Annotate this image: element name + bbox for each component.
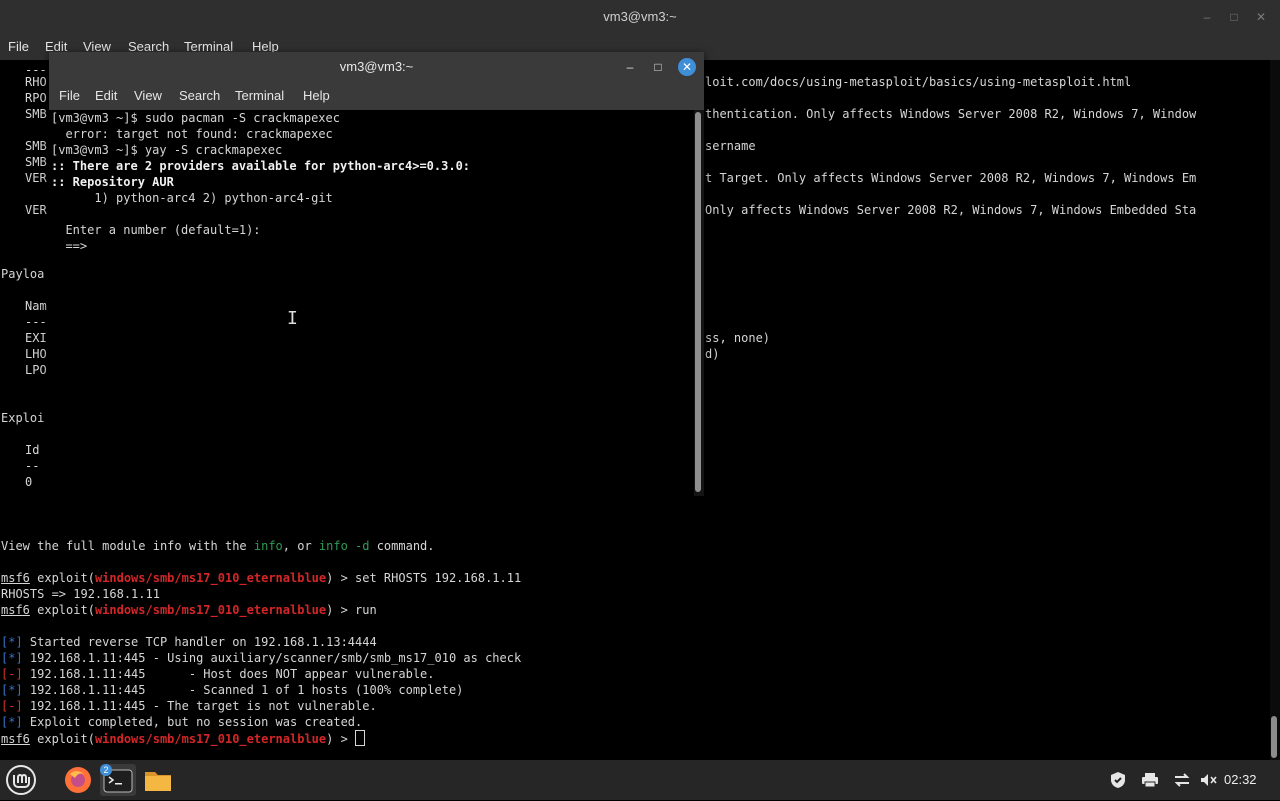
front-line: 1) python-arc4 2) python-arc4-git xyxy=(65,191,333,205)
frag: Payloa xyxy=(1,267,45,281)
shield-icon[interactable] xyxy=(1108,770,1128,790)
front-window-titlebar[interactable]: vm3@vm3:~ – □ ✕ xyxy=(49,52,704,82)
files-folder-icon[interactable] xyxy=(142,764,174,796)
front-minimize-button[interactable]: – xyxy=(621,58,639,76)
front-close-button[interactable]: ✕ xyxy=(678,58,696,76)
frag: Nam xyxy=(25,299,47,313)
frag: SMB xyxy=(25,155,47,169)
frag: 0 xyxy=(25,475,33,489)
frag: -- xyxy=(25,459,40,473)
frag: RHO xyxy=(25,75,47,89)
text-cursor xyxy=(355,730,366,746)
clock[interactable]: 02:32 xyxy=(1224,772,1257,787)
frag: sername xyxy=(705,139,756,153)
frag: loit.com/docs/using-metasploit/basics/us… xyxy=(705,75,1132,89)
frag: LPO xyxy=(25,363,47,377)
frag: SMB xyxy=(25,107,47,121)
output-line: [*] Exploit completed, but no session wa… xyxy=(1,715,363,729)
back-window-titlebar[interactable]: vm3@vm3:~ – □ ✕ xyxy=(0,0,1280,34)
frag: Only affects Windows Server 2008 R2, Win… xyxy=(705,203,1197,217)
back-maximize-button[interactable]: □ xyxy=(1225,8,1243,26)
current-prompt[interactable]: msf6 exploit(windows/smb/ms17_010_eterna… xyxy=(1,730,366,747)
back-minimize-button[interactable]: – xyxy=(1198,8,1216,26)
frag: --- xyxy=(25,315,47,329)
frag: Id xyxy=(25,443,40,457)
menu-mint-icon[interactable] xyxy=(5,764,37,796)
front-menu-help[interactable]: Help xyxy=(303,88,330,103)
front-line: ==> xyxy=(65,239,88,253)
taskbar: 2 02:32 xyxy=(0,760,1280,800)
front-terminal-area[interactable]: [vm3@vm3 ~]$ sudo pacman -S crackmapexec… xyxy=(49,110,694,496)
front-menu-search[interactable]: Search xyxy=(179,88,220,103)
module-info-line: View the full module info with the info,… xyxy=(1,539,435,553)
output-line: [-] 192.168.1.11:445 - Host does NOT app… xyxy=(1,667,435,681)
back-close-button[interactable]: ✕ xyxy=(1252,8,1270,26)
frag: VER xyxy=(25,171,47,185)
front-line: error: target not found: crackmapexec xyxy=(65,127,333,141)
front-line: [vm3@vm3 ~]$ sudo pacman -S crackmapexec xyxy=(51,111,340,125)
network-icon[interactable] xyxy=(1172,770,1192,790)
terminal-window-count-badge: 2 xyxy=(100,764,112,776)
front-menu-file[interactable]: File xyxy=(59,88,80,103)
prompt-line: msf6 exploit(windows/smb/ms17_010_eterna… xyxy=(1,603,377,617)
frag: ss, none) xyxy=(705,331,771,345)
rhosts-echo: RHOSTS => 192.168.1.11 xyxy=(1,587,160,601)
front-line: [vm3@vm3 ~]$ yay -S crackmapexec xyxy=(51,143,283,157)
front-menu-edit[interactable]: Edit xyxy=(95,88,117,103)
front-menu-terminal[interactable]: Terminal xyxy=(235,88,284,103)
frag: thentication. Only affects Windows Serve… xyxy=(705,107,1197,121)
text-cursor-ibeam-icon: 𝙸 xyxy=(287,308,298,329)
front-menu-view[interactable]: View xyxy=(134,88,162,103)
front-line: :: There are 2 providers available for p… xyxy=(51,159,471,173)
frag: EXI xyxy=(25,331,47,345)
front-window-menubar: File Edit View Search Terminal Help xyxy=(49,82,704,110)
output-line: [*] 192.168.1.11:445 - Scanned 1 of 1 ho… xyxy=(1,683,464,697)
front-terminal-window: vm3@vm3:~ – □ ✕ File Edit View Search Te… xyxy=(49,52,704,496)
front-line: Enter a number (default=1): xyxy=(65,223,261,237)
front-scrollbar-thumb[interactable] xyxy=(695,112,701,492)
output-line: [-] 192.168.1.11:445 - The target is not… xyxy=(1,699,377,713)
volume-muted-icon[interactable] xyxy=(1198,770,1218,790)
frag: t Target. Only affects Windows Server 20… xyxy=(705,171,1197,185)
output-line: [*] 192.168.1.11:445 - Using auxiliary/s… xyxy=(1,651,522,665)
terminal-task-icon[interactable]: 2 xyxy=(100,764,136,796)
output-line: [*] Started reverse TCP handler on 192.1… xyxy=(1,635,377,649)
back-scrollbar[interactable] xyxy=(1270,60,1280,760)
frag: Exploi xyxy=(1,411,45,425)
firefox-icon[interactable] xyxy=(62,764,94,796)
front-maximize-button[interactable]: □ xyxy=(649,58,667,76)
front-line: :: Repository AUR xyxy=(51,175,174,189)
printer-icon[interactable] xyxy=(1140,770,1160,790)
frag: VER xyxy=(25,203,47,217)
frag: RPO xyxy=(25,91,47,105)
front-window-title: vm3@vm3:~ xyxy=(339,59,414,74)
frag: LHO xyxy=(25,347,47,361)
frag: SMB xyxy=(25,139,47,153)
frag: d) xyxy=(705,347,720,361)
back-scrollbar-thumb[interactable] xyxy=(1271,716,1277,758)
prompt-line: msf6 exploit(windows/smb/ms17_010_eterna… xyxy=(1,571,522,585)
back-menu-file[interactable]: File xyxy=(8,39,29,54)
back-window-title: vm3@vm3:~ xyxy=(603,9,677,24)
